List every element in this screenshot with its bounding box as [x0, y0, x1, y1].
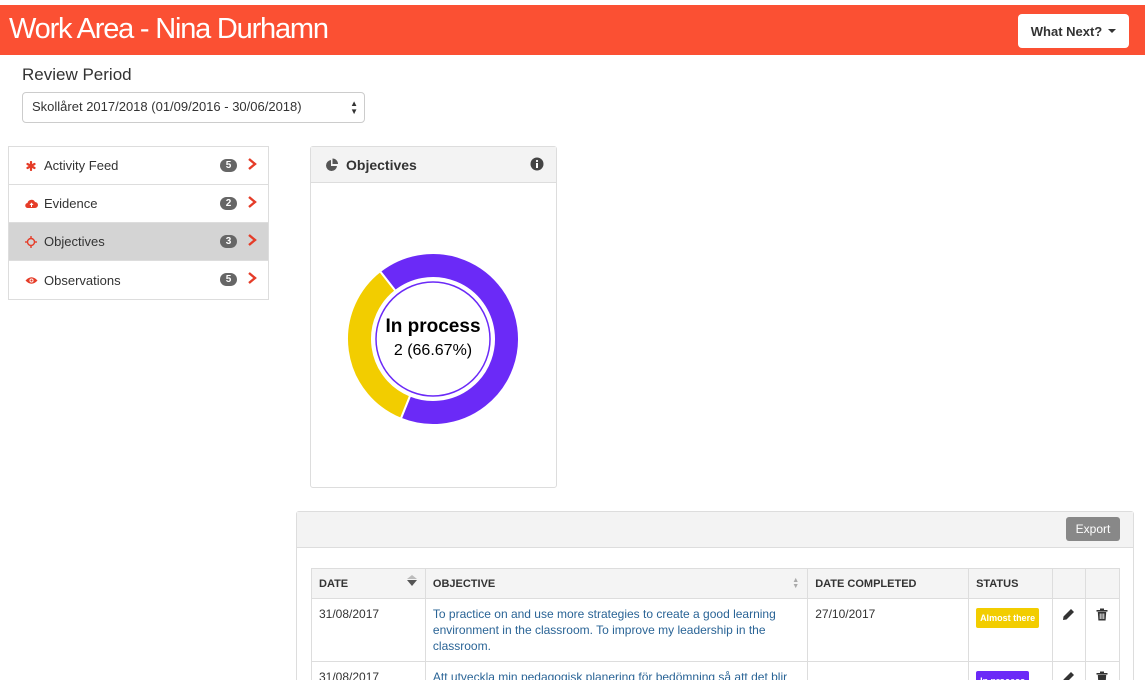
export-button[interactable]: Export — [1066, 517, 1120, 541]
status-badge: In process — [976, 671, 1030, 680]
review-period-label: Review Period — [22, 65, 132, 84]
chevron-right-icon — [248, 234, 257, 246]
review-period-select[interactable]: Skollåret 2017/2018 (01/09/2016 - 30/06/… — [22, 92, 365, 123]
objectives-table: DATE OBJECTIVE ▲ ▼ DATE COMPLETED STATUS 3… — [311, 568, 1121, 680]
sidebar-item-label: Activity Feed — [44, 158, 119, 173]
sidebar-item-activity-feed[interactable]: Activity Feed 5 — [9, 147, 268, 185]
objectives-donut-chart: In process 2 (66.67%) — [346, 252, 520, 426]
cell-date-completed: 27/10/2017 — [807, 598, 970, 662]
objectives-table-panel: Export DATE OBJECTIVE ▲ ▼ DATE COMPLETED S… — [296, 511, 1134, 680]
page-title: Work Area - Nina Durhamn — [9, 13, 329, 45]
sidebar-nav: Activity Feed 5 Evidence 2 Objectives 3 … — [8, 146, 269, 300]
chevron-right-icon — [248, 158, 257, 170]
cloud-upload-icon — [23, 196, 39, 212]
pencil-icon[interactable] — [1062, 671, 1075, 680]
count-badge: 5 — [220, 159, 237, 172]
info-icon[interactable] — [530, 157, 544, 171]
cell-status: Almost there — [968, 598, 1053, 662]
cell-date-completed — [807, 661, 970, 680]
cell-date: 31/08/2017 — [311, 598, 426, 662]
cell-status: In process — [968, 661, 1053, 680]
chevron-right-icon — [248, 272, 257, 284]
column-header-edit — [1052, 568, 1086, 599]
column-header-delete — [1084, 568, 1121, 599]
crosshair-icon — [23, 234, 39, 250]
trash-icon[interactable] — [1096, 671, 1108, 680]
table-row: 31/08/2017 Att utveckla min pedagogisk p… — [311, 661, 1121, 680]
what-next-button[interactable]: What Next? — [1018, 14, 1129, 48]
asterisk-icon — [23, 158, 39, 174]
donut-inner-ring — [375, 281, 491, 397]
count-badge: 5 — [220, 273, 237, 286]
donut-center-value: 2 (66.67%) — [394, 342, 472, 359]
column-header-status[interactable]: STATUS — [968, 568, 1053, 599]
column-header-objective[interactable]: OBJECTIVE ▲ ▼ — [424, 568, 809, 599]
sidebar-item-observations[interactable]: Observations 5 — [9, 261, 268, 299]
column-header-date-completed[interactable]: DATE COMPLETED — [807, 568, 970, 599]
caret-down-icon — [1108, 29, 1117, 33]
cell-objective-link[interactable]: Att utveckla min pedagogisk planering fö… — [424, 661, 809, 680]
edit-cell — [1052, 598, 1086, 662]
edit-cell — [1052, 661, 1086, 680]
donut-center-label: In process — [385, 316, 480, 337]
top-bar: Work Area - Nina Durhamn What Next? — [0, 5, 1145, 55]
cell-objective-link[interactable]: To practice on and use more strategies t… — [424, 598, 809, 662]
table-row: 31/08/2017 To practice on and use more s… — [311, 598, 1121, 662]
delete-cell — [1084, 661, 1121, 680]
sidebar-item-objectives[interactable]: Objectives 3 — [9, 223, 268, 261]
table-toolbar: Export — [297, 512, 1133, 548]
count-badge: 3 — [220, 235, 237, 248]
sort-icon: ▲ ▼ — [792, 577, 800, 590]
column-header-date[interactable]: DATE — [311, 568, 426, 599]
sort-desc-icon — [406, 575, 417, 586]
chevron-right-icon — [248, 196, 257, 208]
sidebar-item-evidence[interactable]: Evidence 2 — [9, 185, 268, 223]
status-badge: Almost there — [976, 608, 1040, 628]
trash-icon[interactable] — [1096, 608, 1108, 621]
delete-cell — [1084, 598, 1121, 662]
select-arrows-icon: ▲ ▼ — [350, 99, 358, 116]
objectives-panel-title: Objectives — [346, 156, 417, 173]
sidebar-item-label: Observations — [44, 272, 121, 288]
review-period-value: Skollåret 2017/2018 (01/09/2016 - 30/06/… — [32, 99, 302, 114]
sidebar-item-label: Objectives — [44, 234, 105, 249]
cell-date: 31/08/2017 — [311, 661, 426, 680]
count-badge: 2 — [220, 197, 237, 210]
what-next-label: What Next? — [1030, 23, 1103, 39]
pencil-icon[interactable] — [1062, 608, 1075, 621]
pie-chart-icon — [326, 158, 338, 171]
sidebar-item-label: Evidence — [44, 196, 98, 211]
objectives-panel: Objectives In process 2 (66.67%) — [310, 146, 557, 488]
eye-icon — [23, 272, 39, 288]
objectives-panel-header: Objectives — [311, 147, 556, 183]
